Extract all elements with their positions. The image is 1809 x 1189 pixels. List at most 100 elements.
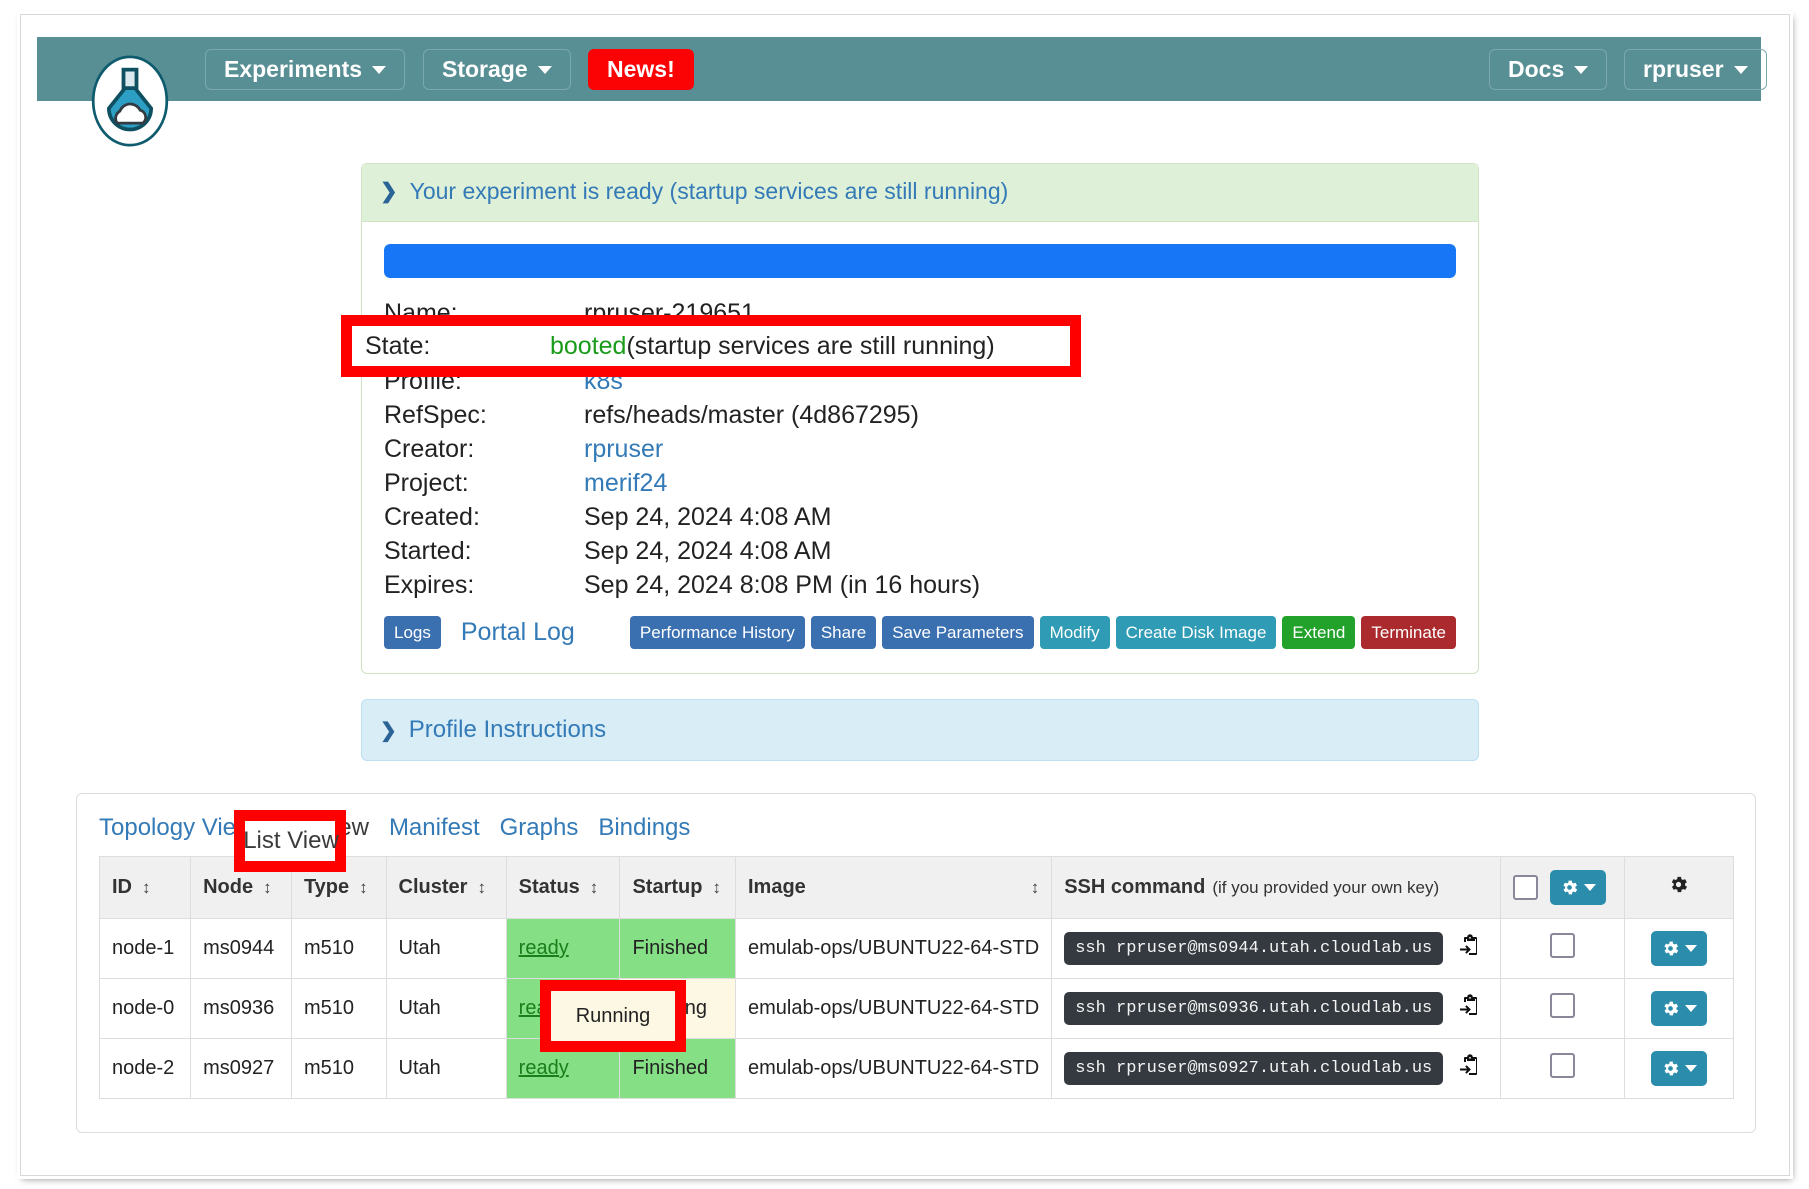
col-header-type[interactable]: Type ↕ [290,856,387,919]
gear-icon [1672,876,1688,893]
chevron-right-icon: ❯ [380,719,397,742]
row-actions-gear-button[interactable] [1650,931,1707,966]
detail-row-refspec: RefSpec: refs/heads/master (4d867295) [384,398,1456,432]
nodes-panel: Topology View List View Manifest Graphs … [76,793,1756,1133]
nav-storage-label: Storage [442,56,528,82]
row-select-checkbox[interactable] [1549,1053,1575,1078]
cell-type-link[interactable]: m510 [290,978,387,1039]
cell-type-link[interactable]: m510 [290,918,387,979]
nav-user-label: rpruser [1643,56,1724,82]
extend-button[interactable]: Extend [1282,616,1356,649]
col-header-cluster[interactable]: Cluster ↕ [385,856,507,919]
share-button[interactable]: Share [810,616,877,649]
cell-node-link[interactable]: ms0936 [190,978,292,1039]
create-disk-image-button[interactable]: Create Disk Image [1115,616,1277,649]
ssh-command-text[interactable]: ssh rpruser@ms0944.utah.cloudlab.us [1064,932,1444,965]
chevron-down-icon [1574,65,1589,74]
terminate-button[interactable]: Terminate [1361,616,1456,649]
detail-value-profile[interactable]: k8s [584,364,623,398]
sort-icon: ↕ [1030,878,1040,897]
detail-label-created: Created: [384,503,480,531]
cell-id: node-1 [98,918,192,979]
logs-button[interactable]: Logs [384,616,441,649]
gear-icon [1664,1061,1679,1076]
portal-log-link[interactable]: Portal Log [461,618,575,647]
col-header-image[interactable]: Image ↕ [734,856,1053,919]
cell-startup: Finished [619,918,736,979]
cell-id: node-2 [98,1038,192,1099]
cell-row-checkbox [1500,918,1625,979]
cell-ssh-command: ssh rpruser@ms0927.utah.cloudlab.us [1051,1038,1502,1099]
detail-label-expires: Expires: [384,571,475,599]
ssh-command-text[interactable]: ssh rpruser@ms0936.utah.cloudlab.us [1064,992,1444,1025]
cell-row-actions [1623,978,1735,1039]
cell-row-checkbox [1500,1038,1625,1099]
detail-value-project[interactable]: merif24 [584,466,667,500]
cell-row-checkbox [1500,978,1625,1039]
detail-value-creator[interactable]: rpruser [584,432,663,466]
detail-row-creator: Creator: rpruser [384,432,1456,466]
detail-value-state: booted [584,333,661,361]
nodes-view-tabs: Topology View List View Manifest Graphs … [77,794,1755,856]
paste-icon[interactable] [1459,933,1483,964]
nav-news-button[interactable]: News! [588,49,694,90]
ssh-command-text[interactable]: ssh rpruser@ms0927.utah.cloudlab.us [1064,1052,1444,1085]
paste-icon[interactable] [1459,993,1483,1024]
row-select-checkbox[interactable] [1549,993,1575,1018]
row-actions-gear-button[interactable] [1650,991,1707,1026]
save-parameters-button[interactable]: Save Parameters [882,616,1034,649]
modify-button[interactable]: Modify [1039,616,1110,649]
bulk-actions-gear-button[interactable] [1550,870,1607,905]
tab-list-view[interactable]: List View [273,814,369,842]
tab-bindings[interactable]: Bindings [598,814,690,842]
profile-instructions-panel[interactable]: ❯ Profile Instructions [361,699,1479,761]
chevron-down-icon [372,65,387,74]
col-header-bulk-select [1500,856,1625,919]
col-header-type-label: Type [303,876,350,898]
col-header-startup[interactable]: Startup ↕ [619,856,736,919]
cell-node-link[interactable]: ms0944 [190,918,292,979]
detail-row-started: Started: Sep 24, 2024 4:08 AM [384,534,1456,568]
status-ready-link[interactable]: ready [519,1057,569,1079]
cell-cluster: Utah [385,918,507,979]
performance-history-button[interactable]: Performance History [629,616,805,649]
experiment-details-body: Name: rpruser-219651 State: booted (star… [362,222,1478,673]
cell-status: ready [505,1038,621,1099]
detail-value-started: Sep 24, 2024 4:08 AM [584,537,832,565]
status-ready-link[interactable]: ready [519,937,569,959]
tab-graphs[interactable]: Graphs [500,814,579,842]
paste-icon[interactable] [1459,1053,1483,1084]
cell-row-actions [1623,1038,1735,1099]
row-select-checkbox[interactable] [1549,933,1575,958]
tab-topology-view[interactable]: Topology View [99,814,253,842]
sort-icon: ↕ [142,878,151,897]
detail-value-expires: Sep 24, 2024 8:08 PM (in 16 hours) [584,571,981,599]
sort-icon: ↕ [477,878,486,897]
detail-label-started: Started: [384,537,472,565]
detail-label-refspec: RefSpec: [384,401,487,429]
cell-row-actions [1623,918,1735,979]
nav-docs-dropdown[interactable]: Docs [1489,49,1608,90]
nav-experiments-dropdown[interactable]: Experiments [205,49,406,90]
detail-row-state: State: booted (startup services are stil… [384,330,1456,364]
col-header-status[interactable]: Status ↕ [505,856,621,919]
cell-status: ready [505,918,621,979]
col-header-node[interactable]: Node ↕ [190,856,292,919]
nav-storage-dropdown[interactable]: Storage [423,49,571,90]
detail-value-state-suffix: (startup services are still running) [660,333,1036,361]
row-actions-gear-button[interactable] [1650,1051,1707,1086]
col-header-settings[interactable] [1623,856,1735,919]
select-all-checkbox[interactable] [1513,875,1539,900]
col-header-id[interactable]: ID ↕ [98,856,192,919]
experiment-ready-header[interactable]: ❯ Your experiment is ready (startup serv… [362,164,1478,222]
status-ready-link[interactable]: ready [519,997,569,1019]
cell-ssh-command: ssh rpruser@ms0936.utah.cloudlab.us [1051,978,1502,1039]
experiment-progress-fill [384,244,1456,278]
nav-user-dropdown[interactable]: rpruser [1624,49,1767,90]
cloudlab-flask-icon[interactable] [84,55,176,147]
cell-node-link[interactable]: ms0927 [190,1038,292,1099]
cell-type-link[interactable]: m510 [290,1038,387,1099]
tab-manifest[interactable]: Manifest [389,814,480,842]
gear-icon [1664,1001,1679,1016]
cell-image: emulab-ops/UBUNTU22-64-STD [734,1038,1053,1099]
